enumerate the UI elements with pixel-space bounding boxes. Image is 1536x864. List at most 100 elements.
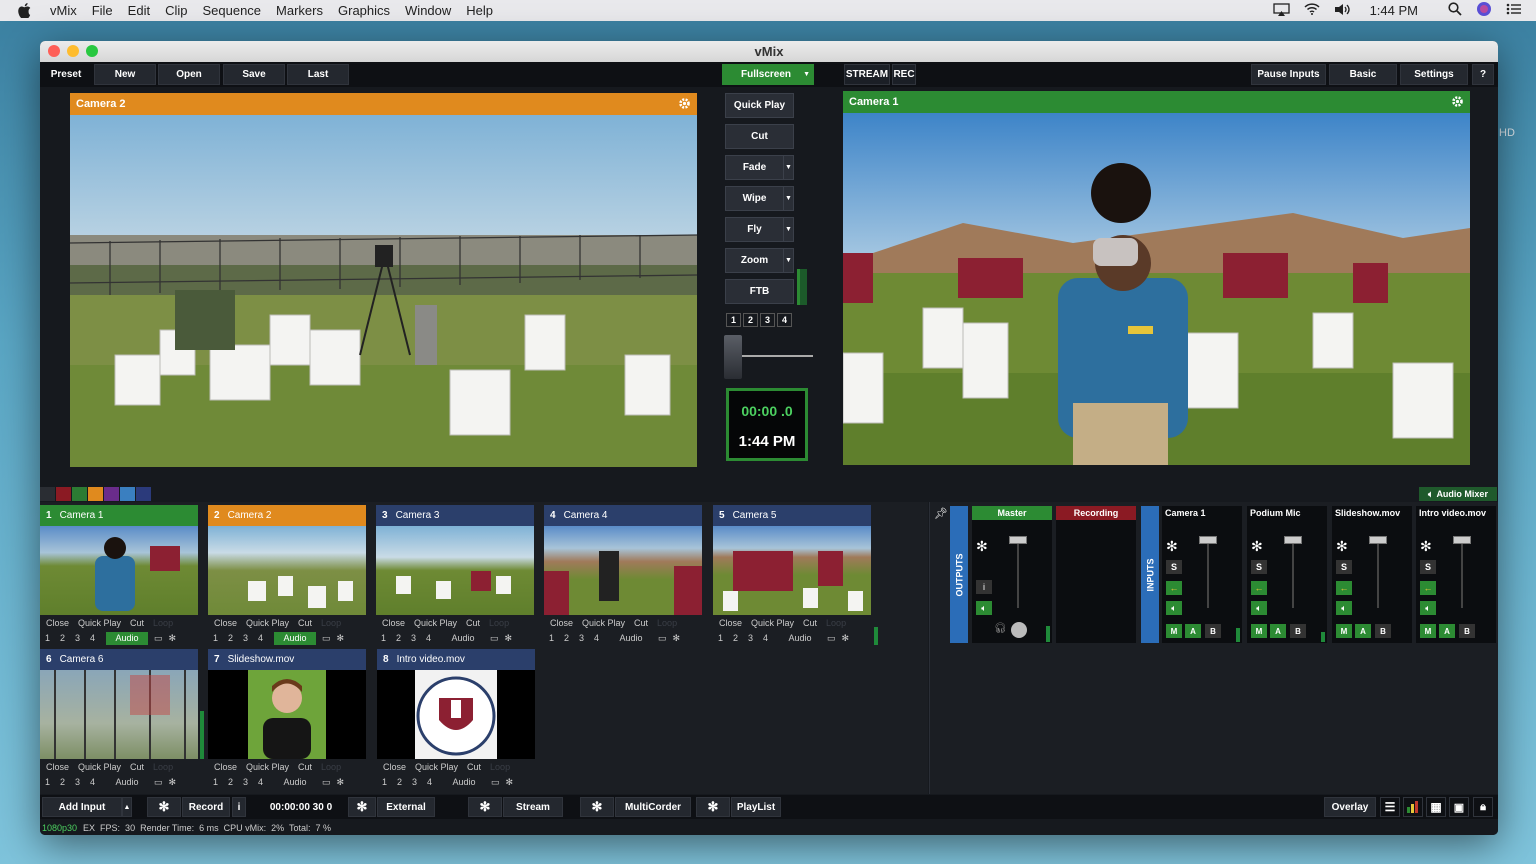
master-trim-knob[interactable] bbox=[1011, 622, 1027, 638]
input-monitor-icon[interactable]: ▭ bbox=[490, 633, 499, 644]
input-settings-gear-icon[interactable]: ✻ bbox=[505, 633, 513, 644]
settings-button[interactable]: Settings bbox=[1400, 64, 1468, 85]
input-loop[interactable]: Loop bbox=[321, 618, 341, 628]
input-loop[interactable]: Loop bbox=[657, 618, 677, 628]
channel-solo-button[interactable]: S bbox=[1251, 560, 1267, 574]
overlay-3[interactable]: 3 bbox=[70, 633, 85, 643]
color-tab-green[interactable] bbox=[72, 487, 87, 501]
record-button[interactable]: Record bbox=[182, 797, 230, 817]
channel-speaker-button[interactable]: 🔈︎ bbox=[1420, 601, 1436, 615]
snapshot-icon[interactable]: ▣ bbox=[1449, 797, 1469, 817]
input-close[interactable]: Close bbox=[550, 618, 573, 628]
overlay-4[interactable]: 4 bbox=[589, 633, 604, 643]
input-thumbnail[interactable] bbox=[376, 526, 534, 615]
last-button[interactable]: Last bbox=[287, 64, 349, 85]
overlay-2[interactable]: 2 bbox=[223, 633, 238, 643]
volume-icon[interactable] bbox=[1334, 3, 1352, 19]
input-loop[interactable]: Loop bbox=[153, 618, 173, 628]
input-cut[interactable]: Cut bbox=[634, 618, 648, 628]
menu-app-name[interactable]: vMix bbox=[50, 3, 77, 18]
channel-gear-icon[interactable]: ✻ bbox=[1420, 538, 1432, 555]
input-quick-play[interactable]: Quick Play bbox=[78, 762, 121, 772]
fullscreen-button[interactable]: Fullscreen ▼ bbox=[722, 64, 814, 85]
overlay-3[interactable]: 3 bbox=[238, 777, 253, 787]
fade-dropdown-icon[interactable]: ▼ bbox=[783, 156, 793, 179]
input-settings-gear-icon[interactable]: ✻ bbox=[673, 633, 681, 644]
input-monitor-icon[interactable]: ▭ bbox=[322, 633, 331, 644]
overlay-2[interactable]: 2 bbox=[223, 777, 238, 787]
master-speaker-button[interactable]: 🔈︎ bbox=[976, 601, 992, 615]
input-quick-play[interactable]: Quick Play bbox=[415, 762, 458, 772]
input-thumbnail[interactable] bbox=[377, 670, 535, 759]
transition-slot-3[interactable]: 3 bbox=[760, 313, 775, 327]
channel-fader-knob[interactable] bbox=[1369, 536, 1387, 544]
input-close[interactable]: Close bbox=[214, 762, 237, 772]
input-loop[interactable]: Loop bbox=[826, 618, 846, 628]
menu-clip[interactable]: Clip bbox=[165, 3, 187, 18]
input-close[interactable]: Close bbox=[46, 762, 69, 772]
overlay-1[interactable]: 1 bbox=[40, 777, 55, 787]
master-fader-knob[interactable] bbox=[1009, 536, 1027, 544]
channel-arrow-left-icon[interactable]: ← bbox=[1166, 581, 1182, 595]
input-thumbnail[interactable] bbox=[544, 526, 702, 615]
pause-inputs-button[interactable]: Pause Inputs bbox=[1251, 64, 1326, 85]
bus-m-button[interactable]: M bbox=[1420, 624, 1436, 638]
input-audio-button[interactable]: Audio bbox=[442, 632, 484, 645]
input-cut[interactable]: Cut bbox=[803, 618, 817, 628]
input-close[interactable]: Close bbox=[719, 618, 742, 628]
menu-help[interactable]: Help bbox=[466, 3, 493, 18]
channel-gear-icon[interactable]: ✻ bbox=[1336, 538, 1348, 555]
input-quick-play[interactable]: Quick Play bbox=[246, 618, 289, 628]
zoom-dropdown-icon[interactable]: ▼ bbox=[783, 249, 793, 272]
headphones-icon[interactable]: 🎧︎ bbox=[994, 623, 1007, 634]
color-tab-red[interactable] bbox=[56, 487, 71, 501]
overlay-2[interactable]: 2 bbox=[559, 633, 574, 643]
overlay-1[interactable]: 1 bbox=[208, 633, 223, 643]
input-settings-gear-icon[interactable]: ✻ bbox=[169, 633, 177, 644]
output-settings-gear-icon[interactable] bbox=[1451, 95, 1464, 111]
zoom-button[interactable]: Zoom ▼ bbox=[725, 248, 794, 273]
input-thumbnail[interactable] bbox=[40, 670, 198, 759]
input-quick-play[interactable]: Quick Play bbox=[414, 618, 457, 628]
input-header[interactable]: 2 Camera 2 bbox=[208, 505, 366, 526]
input-quick-play[interactable]: Quick Play bbox=[751, 618, 794, 628]
record-settings-gear-icon[interactable]: ✻ bbox=[147, 797, 181, 817]
channel-gear-icon[interactable]: ✻ bbox=[1251, 538, 1263, 555]
overlay-2[interactable]: 2 bbox=[55, 633, 70, 643]
input-header[interactable]: 3 Camera 3 bbox=[376, 505, 534, 526]
save-button[interactable]: Save bbox=[223, 64, 285, 85]
channel-arrow-left-icon[interactable]: ← bbox=[1251, 581, 1267, 595]
overlay-1[interactable]: 1 bbox=[208, 777, 223, 787]
open-button[interactable]: Open bbox=[158, 64, 220, 85]
input-loop[interactable]: Loop bbox=[489, 618, 509, 628]
input-thumbnail[interactable] bbox=[713, 526, 871, 615]
input-header[interactable]: 5 Camera 5 bbox=[713, 505, 871, 526]
siri-icon[interactable] bbox=[1476, 1, 1492, 20]
fly-dropdown-icon[interactable]: ▼ bbox=[783, 218, 793, 241]
input-header[interactable]: 6 Camera 6 bbox=[40, 649, 198, 670]
list-view-icon[interactable]: ☰ bbox=[1380, 797, 1400, 817]
color-tab-purple[interactable] bbox=[104, 487, 119, 501]
multicorder-settings-gear-icon[interactable]: ✻ bbox=[580, 797, 614, 817]
color-tab-black[interactable] bbox=[40, 487, 55, 501]
input-monitor-icon[interactable]: ▭ bbox=[154, 633, 163, 644]
input-monitor-icon[interactable]: ▭ bbox=[491, 777, 500, 788]
input-cut[interactable]: Cut bbox=[130, 618, 144, 628]
external-settings-gear-icon[interactable]: ✻ bbox=[348, 797, 376, 817]
input-settings-gear-icon[interactable]: ✻ bbox=[337, 777, 345, 788]
input-loop[interactable]: Loop bbox=[153, 762, 173, 772]
bus-a-button[interactable]: A bbox=[1355, 624, 1371, 638]
color-tab-navy[interactable] bbox=[136, 487, 151, 501]
input-close[interactable]: Close bbox=[46, 618, 69, 628]
wipe-dropdown-icon[interactable]: ▼ bbox=[783, 187, 793, 210]
input-cut[interactable]: Cut bbox=[130, 762, 144, 772]
bus-b-button[interactable]: B bbox=[1290, 624, 1306, 638]
preview-settings-gear-icon[interactable] bbox=[678, 97, 691, 113]
input-cut[interactable]: Cut bbox=[466, 618, 480, 628]
input-thumbnail[interactable] bbox=[208, 526, 366, 615]
overlay-3[interactable]: 3 bbox=[574, 633, 589, 643]
menu-markers[interactable]: Markers bbox=[276, 3, 323, 18]
audio-mixer-toggle[interactable]: 🔈︎ Audio Mixer bbox=[1419, 487, 1497, 501]
bus-m-button[interactable]: M bbox=[1166, 624, 1182, 638]
channel-arrow-left-icon[interactable]: ← bbox=[1336, 581, 1352, 595]
